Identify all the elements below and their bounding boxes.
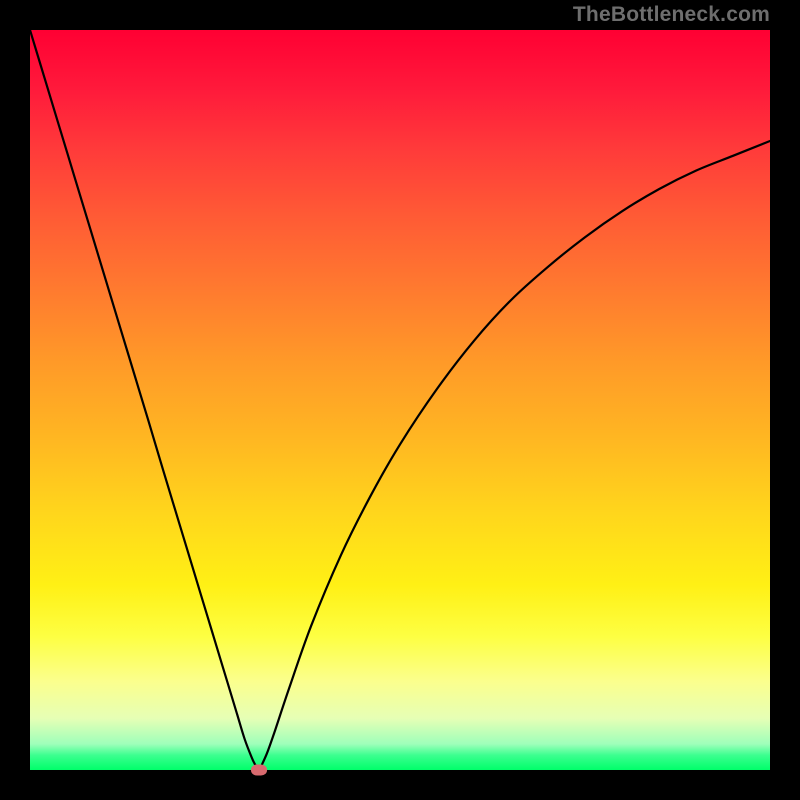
plot-area bbox=[30, 30, 770, 770]
source-label: TheBottleneck.com bbox=[573, 3, 770, 27]
minimum-marker bbox=[251, 765, 267, 776]
chart-frame: TheBottleneck.com bbox=[0, 0, 800, 800]
bottleneck-curve bbox=[30, 30, 770, 770]
